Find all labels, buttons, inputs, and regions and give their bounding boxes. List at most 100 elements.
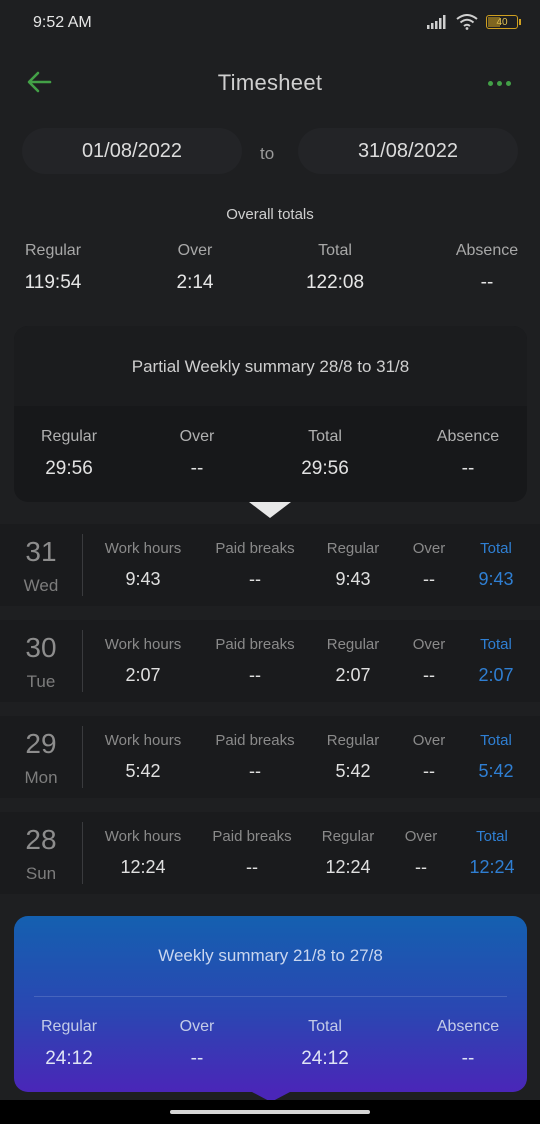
day-number: 29 bbox=[25, 728, 57, 759]
day-name: Sun bbox=[25, 864, 57, 883]
paid-breaks-label: Paid breaks bbox=[215, 732, 295, 749]
overall-regular-value: 119:54 bbox=[24, 272, 82, 293]
paid-breaks-value: -- bbox=[249, 761, 261, 781]
weekly-summary-row: Regular 24:12 Over -- Total 24:12 Absenc… bbox=[14, 1018, 527, 1078]
overall-total-label: Total bbox=[318, 242, 352, 259]
over-label: Over bbox=[412, 636, 446, 653]
day-divider bbox=[82, 822, 83, 884]
day-number: 28 bbox=[25, 824, 57, 855]
work-hours-cell: Work hours 9:43 bbox=[102, 540, 184, 590]
expand-indicator-icon[interactable] bbox=[249, 502, 291, 518]
weekly-over: Over -- bbox=[137, 1018, 257, 1070]
work-hours-value: 2:07 bbox=[125, 665, 161, 685]
weekly-over-value: -- bbox=[190, 1048, 204, 1069]
day-row[interactable]: 28 Sun Work hours 12:24 Paid breaks -- R… bbox=[0, 812, 540, 894]
paid-breaks-cell: Paid breaks -- bbox=[208, 828, 296, 878]
paid-breaks-label: Paid breaks bbox=[215, 540, 295, 557]
overall-total: Total 122:08 bbox=[270, 242, 400, 294]
regular-cell: Regular 9:43 bbox=[324, 540, 382, 590]
day-name: Tue bbox=[26, 672, 56, 691]
total-cell: Total 9:43 bbox=[472, 540, 520, 590]
day-number: 30 bbox=[25, 632, 57, 663]
status-time: 9:52 AM bbox=[33, 14, 92, 31]
day-divider bbox=[82, 534, 83, 596]
partial-total-label: Total bbox=[308, 428, 342, 445]
overall-regular-label: Regular bbox=[24, 242, 82, 259]
regular-label: Regular bbox=[326, 636, 380, 653]
total-value: 5:42 bbox=[478, 761, 514, 781]
weekly-total-value: 24:12 bbox=[301, 1048, 349, 1069]
regular-label: Regular bbox=[326, 540, 380, 557]
paid-breaks-value: -- bbox=[249, 665, 261, 685]
work-hours-value: 5:42 bbox=[125, 761, 161, 781]
weekly-absence-value: -- bbox=[461, 1048, 475, 1069]
over-value: -- bbox=[415, 857, 427, 877]
weekly-over-label: Over bbox=[179, 1018, 215, 1035]
total-value: 9:43 bbox=[478, 569, 514, 589]
overall-over-label: Over bbox=[177, 242, 213, 259]
partial-over: Over -- bbox=[137, 428, 257, 480]
work-hours-label: Work hours bbox=[104, 636, 182, 653]
battery-level: 40 bbox=[496, 16, 508, 28]
weekly-summary-card[interactable]: Weekly summary 21/8 to 27/8 Regular 24:1… bbox=[14, 916, 527, 1092]
regular-cell: Regular 2:07 bbox=[324, 636, 382, 686]
date-to-picker[interactable]: 31/08/2022 bbox=[298, 128, 518, 174]
weekly-total-label: Total bbox=[308, 1018, 342, 1035]
overall-totals-label: Overall totals bbox=[226, 206, 314, 223]
partial-total: Total 29:56 bbox=[265, 428, 385, 480]
work-hours-cell: Work hours 5:42 bbox=[102, 732, 184, 782]
regular-label: Regular bbox=[321, 828, 375, 845]
weekly-regular-label: Regular bbox=[40, 1018, 98, 1035]
over-label: Over bbox=[404, 828, 438, 845]
over-label: Over bbox=[412, 540, 446, 557]
paid-breaks-cell: Paid breaks -- bbox=[212, 732, 298, 782]
date-from-picker[interactable]: 01/08/2022 bbox=[22, 128, 242, 174]
overall-over: Over 2:14 bbox=[130, 242, 260, 294]
weekly-summary-title: Weekly summary 21/8 to 27/8 bbox=[158, 946, 383, 965]
over-value: -- bbox=[423, 569, 435, 589]
paid-breaks-cell: Paid breaks -- bbox=[212, 636, 298, 686]
app-bar: Timesheet bbox=[0, 46, 540, 120]
weekly-regular-value: 24:12 bbox=[45, 1048, 93, 1069]
total-value: 12:24 bbox=[469, 857, 515, 877]
partial-summary-row: Regular 29:56 Over -- Total 29:56 Absenc… bbox=[14, 428, 527, 488]
partial-weekly-summary-card[interactable]: Partial Weekly summary 28/8 to 31/8 Regu… bbox=[14, 326, 527, 502]
more-dots-icon bbox=[487, 80, 493, 86]
day-number: 31 bbox=[25, 536, 57, 567]
overall-absence: Absence -- bbox=[422, 242, 540, 294]
weekly-summary-divider bbox=[34, 996, 507, 997]
regular-value: 2:07 bbox=[335, 665, 371, 685]
day-row[interactable]: 29 Mon Work hours 5:42 Paid breaks -- Re… bbox=[0, 716, 540, 798]
regular-label: Regular bbox=[326, 732, 380, 749]
partial-over-value: -- bbox=[190, 458, 204, 479]
day-divider bbox=[82, 630, 83, 692]
status-icons: 40 bbox=[426, 14, 521, 30]
total-cell: Total 2:07 bbox=[472, 636, 520, 686]
day-row[interactable]: 30 Tue Work hours 2:07 Paid breaks -- Re… bbox=[0, 620, 540, 702]
more-options-button[interactable] bbox=[484, 68, 514, 98]
over-cell: Over -- bbox=[408, 540, 450, 590]
battery-icon: 40 bbox=[486, 15, 521, 29]
total-cell: Total 12:24 bbox=[464, 828, 520, 878]
partial-regular-label: Regular bbox=[40, 428, 98, 445]
total-label: Total bbox=[480, 732, 512, 749]
work-hours-label: Work hours bbox=[104, 828, 182, 845]
weekly-regular: Regular 24:12 bbox=[9, 1018, 129, 1070]
over-value: -- bbox=[423, 761, 435, 781]
overall-total-value: 122:08 bbox=[305, 272, 365, 293]
paid-breaks-cell: Paid breaks -- bbox=[212, 540, 298, 590]
overall-regular: Regular 119:54 bbox=[0, 242, 118, 294]
weekly-absence: Absence -- bbox=[408, 1018, 528, 1070]
work-hours-value: 12:24 bbox=[120, 857, 166, 877]
total-label: Total bbox=[476, 828, 508, 845]
overall-absence-value: -- bbox=[480, 272, 494, 293]
partial-total-value: 29:56 bbox=[301, 458, 349, 479]
regular-value: 5:42 bbox=[335, 761, 371, 781]
home-indicator[interactable] bbox=[170, 1110, 370, 1114]
over-cell: Over -- bbox=[400, 828, 442, 878]
day-name: Wed bbox=[23, 576, 59, 595]
day-row[interactable]: 31 Wed Work hours 9:43 Paid breaks -- Re… bbox=[0, 524, 540, 606]
over-cell: Over -- bbox=[408, 732, 450, 782]
overall-over-value: 2:14 bbox=[176, 272, 214, 293]
overall-totals-row: Regular 119:54 Over 2:14 Total 122:08 Ab… bbox=[0, 242, 540, 302]
